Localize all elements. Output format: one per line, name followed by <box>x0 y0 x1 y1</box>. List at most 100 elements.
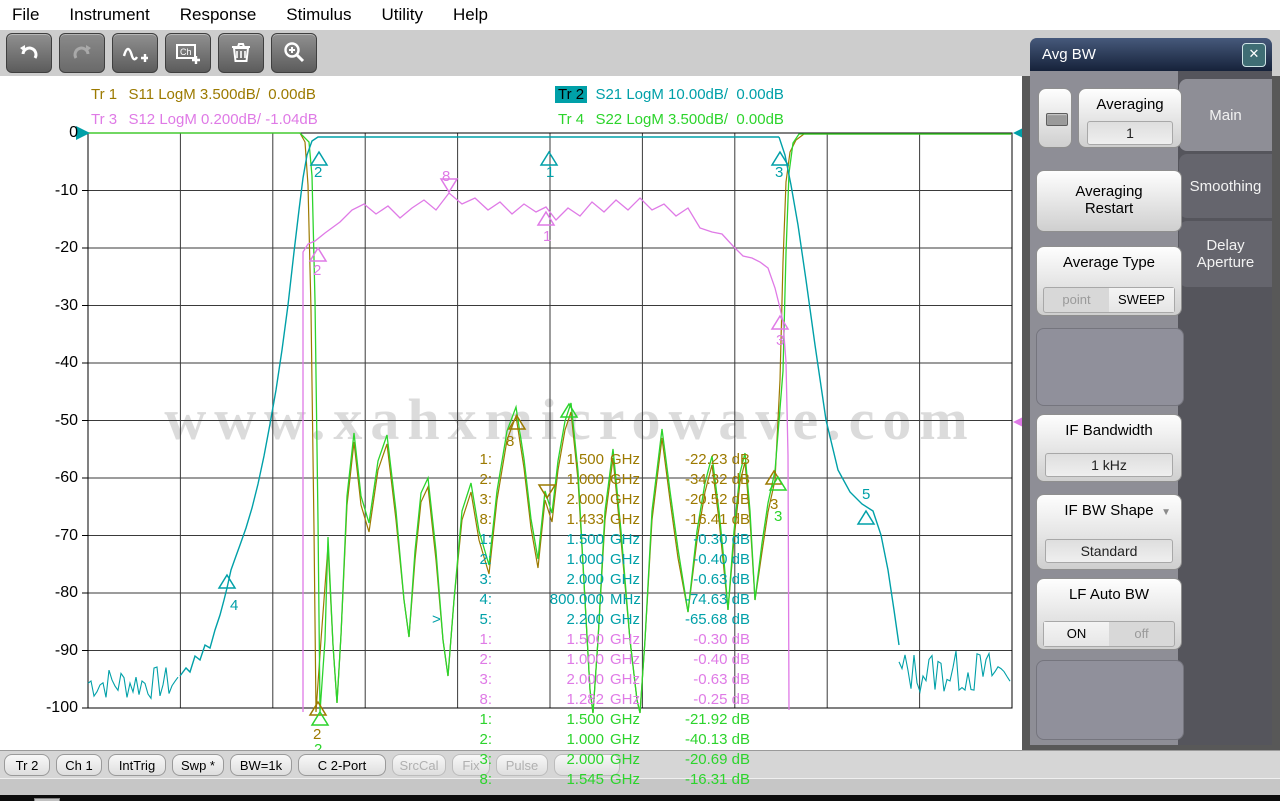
legend-tr3[interactable]: Tr 3 S12 LogM 0.200dB/ -1.04dB <box>88 111 318 131</box>
legend-trace-number[interactable]: Tr 4 <box>555 111 587 128</box>
zoom-icon <box>281 40 307 66</box>
average-type-toggle[interactable]: point SWEEP <box>1043 287 1175 313</box>
legend-tr2[interactable]: Tr 2 S21 LogM 10.00dB/ 0.00dB <box>555 86 784 106</box>
menu-item-stimulus[interactable]: Stimulus <box>286 5 351 25</box>
average-type-sweep-option[interactable]: SWEEP <box>1109 288 1174 312</box>
marker-readout-cell: 800.000 <box>492 591 604 608</box>
y-axis-tick-label: -60 <box>34 469 78 487</box>
marker-readout-cell: 1.000 <box>492 731 604 748</box>
if-bw-shape-button[interactable]: IF BW Shape ▼ Standard <box>1036 494 1182 570</box>
avg-bw-panel: Avg BW ✕ MainSmoothingDelayAperture Aver… <box>1030 38 1272 745</box>
marker-readout-cell: -34.32 dB <box>654 471 750 488</box>
marker-readout-cell: GHz <box>604 551 654 568</box>
marker-readout-row: 4:800.000MHz-74.63 dB <box>432 589 750 609</box>
add-trace-button[interactable] <box>112 33 158 73</box>
marker-readout-cell: 2.200 <box>492 611 604 628</box>
taskbar-ch-1[interactable]: Ch 1 <box>56 754 102 776</box>
undo-icon <box>16 40 42 66</box>
marker-readout-cell: 3: <box>446 571 492 588</box>
chevron-down-icon[interactable]: ▼ <box>1161 507 1171 518</box>
taskbar-swp-[interactable]: Swp * <box>172 754 224 776</box>
averaging-value[interactable]: 1 <box>1087 121 1173 145</box>
marker-label: 8 <box>506 433 514 450</box>
average-type-button[interactable]: Average Type point SWEEP <box>1036 246 1182 316</box>
marker-readout-cell: 2.000 <box>492 571 604 588</box>
y-axis-tick-label: -20 <box>34 239 78 257</box>
y-axis-tick-label: -90 <box>34 642 78 660</box>
taskbar-bw-1k[interactable]: BW=1k <box>230 754 292 776</box>
delete-icon <box>228 40 254 66</box>
y-axis-tick-label: -40 <box>34 354 78 372</box>
trace-s21-noise-left <box>88 667 178 698</box>
taskbar-tr-2[interactable]: Tr 2 <box>4 754 50 776</box>
undo-button[interactable] <box>6 33 52 73</box>
marker-readout-cell: GHz <box>604 651 654 668</box>
menu-item-help[interactable]: Help <box>453 5 488 25</box>
menu-item-file[interactable]: File <box>12 5 39 25</box>
marker-readout-cell: GHz <box>604 531 654 548</box>
marker-readout-cell: 8: <box>446 511 492 528</box>
if-bandwidth-button[interactable]: IF Bandwidth 1 kHz <box>1036 414 1182 482</box>
legend-trace-number[interactable]: Tr 2 <box>555 86 587 103</box>
menu-item-instrument[interactable]: Instrument <box>69 5 149 25</box>
legend-trace-number[interactable]: Tr 3 <box>88 111 120 128</box>
marker-label: 2 <box>314 164 322 181</box>
marker-readout-cell: 1: <box>446 451 492 468</box>
average-type-label: Average Type <box>1037 254 1181 271</box>
close-icon[interactable]: ✕ <box>1242 43 1266 67</box>
marker-readout-cell: GHz <box>604 511 654 528</box>
delete-button[interactable] <box>218 33 264 73</box>
marker-readout-cell: 3: <box>446 491 492 508</box>
marker-readout-cell: GHz <box>604 751 654 768</box>
menu-item-response[interactable]: Response <box>180 5 257 25</box>
averaging-restart-button[interactable]: Averaging Restart <box>1036 170 1182 232</box>
marker-readout-cell: 1: <box>446 531 492 548</box>
marker-readout-cell: 4: <box>446 591 492 608</box>
average-type-point-option[interactable]: point <box>1044 288 1109 312</box>
marker-readout-cell: 1.545 <box>492 771 604 788</box>
taskbar-inttrig[interactable]: IntTrig <box>108 754 166 776</box>
legend-trace-number[interactable]: Tr 1 <box>88 86 120 103</box>
blank-softkey-2 <box>1036 660 1184 740</box>
marker-triangle-magenta <box>772 316 788 329</box>
panel-tab-rail: MainSmoothingDelayAperture <box>1178 71 1272 745</box>
marker-readout-cell: -65.68 dB <box>654 611 750 628</box>
lf-auto-bw-toggle[interactable]: ON off <box>1043 621 1175 647</box>
if-bandwidth-value[interactable]: 1 kHz <box>1045 453 1173 477</box>
menu-item-utility[interactable]: Utility <box>381 5 423 25</box>
lf-auto-bw-button[interactable]: LF Auto BW ON off <box>1036 578 1182 650</box>
legend-tr1[interactable]: Tr 1 S11 LogM 3.500dB/ 0.00dB <box>88 86 316 106</box>
marker-readout-cell: -0.40 dB <box>654 551 750 568</box>
marker-readout-cell: -20.52 dB <box>654 491 750 508</box>
marker-readout-table: 1:1.500GHz-22.23 dB2:1.000GHz-34.32 dB3:… <box>432 449 750 789</box>
blank-softkey-1 <box>1036 328 1184 406</box>
marker-readout-cell: 2.000 <box>492 751 604 768</box>
trace-s21-fall <box>779 137 899 645</box>
lf-auto-bw-on-option[interactable]: ON <box>1044 622 1109 646</box>
marker-readout-cell: GHz <box>604 691 654 708</box>
taskbar-c-2-port[interactable]: C 2-Port <box>298 754 386 776</box>
marker-readout-cell: 1.500 <box>492 531 604 548</box>
tab-main[interactable]: Main <box>1179 79 1272 151</box>
marker-readout-row: 3:2.000GHz-0.63 dB <box>432 569 750 589</box>
if-bw-shape-value[interactable]: Standard <box>1045 539 1173 563</box>
lf-auto-bw-off-option[interactable]: off <box>1109 622 1174 646</box>
marker-triangle-magenta <box>310 248 326 261</box>
marker-label: 2 <box>314 741 322 750</box>
zoom-button[interactable] <box>271 33 317 73</box>
marker-readout-cell: 2: <box>446 651 492 668</box>
tab-smoothing[interactable]: Smoothing <box>1179 154 1272 218</box>
averaging-button[interactable]: Averaging 1 <box>1078 88 1182 148</box>
tab-delay[interactable]: DelayAperture <box>1179 221 1272 287</box>
marker-label: 3 <box>774 508 782 525</box>
legend-tr4[interactable]: Tr 4 S22 LogM 3.500dB/ 0.00dB <box>555 111 784 131</box>
marker-label: 3 <box>776 332 784 349</box>
marker-readout-cell: 8: <box>446 771 492 788</box>
marker-label: 3 <box>775 164 783 181</box>
add-channel-button[interactable]: Ch <box>165 33 211 73</box>
marker-readout-row: 3:2.000GHz-0.63 dB <box>432 669 750 689</box>
marker-readout-cell: 1.000 <box>492 651 604 668</box>
averaging-toggle-button[interactable] <box>1038 88 1072 148</box>
panel-title: Avg BW <box>1030 38 1272 71</box>
trace-s21-noise-right <box>899 651 1010 692</box>
